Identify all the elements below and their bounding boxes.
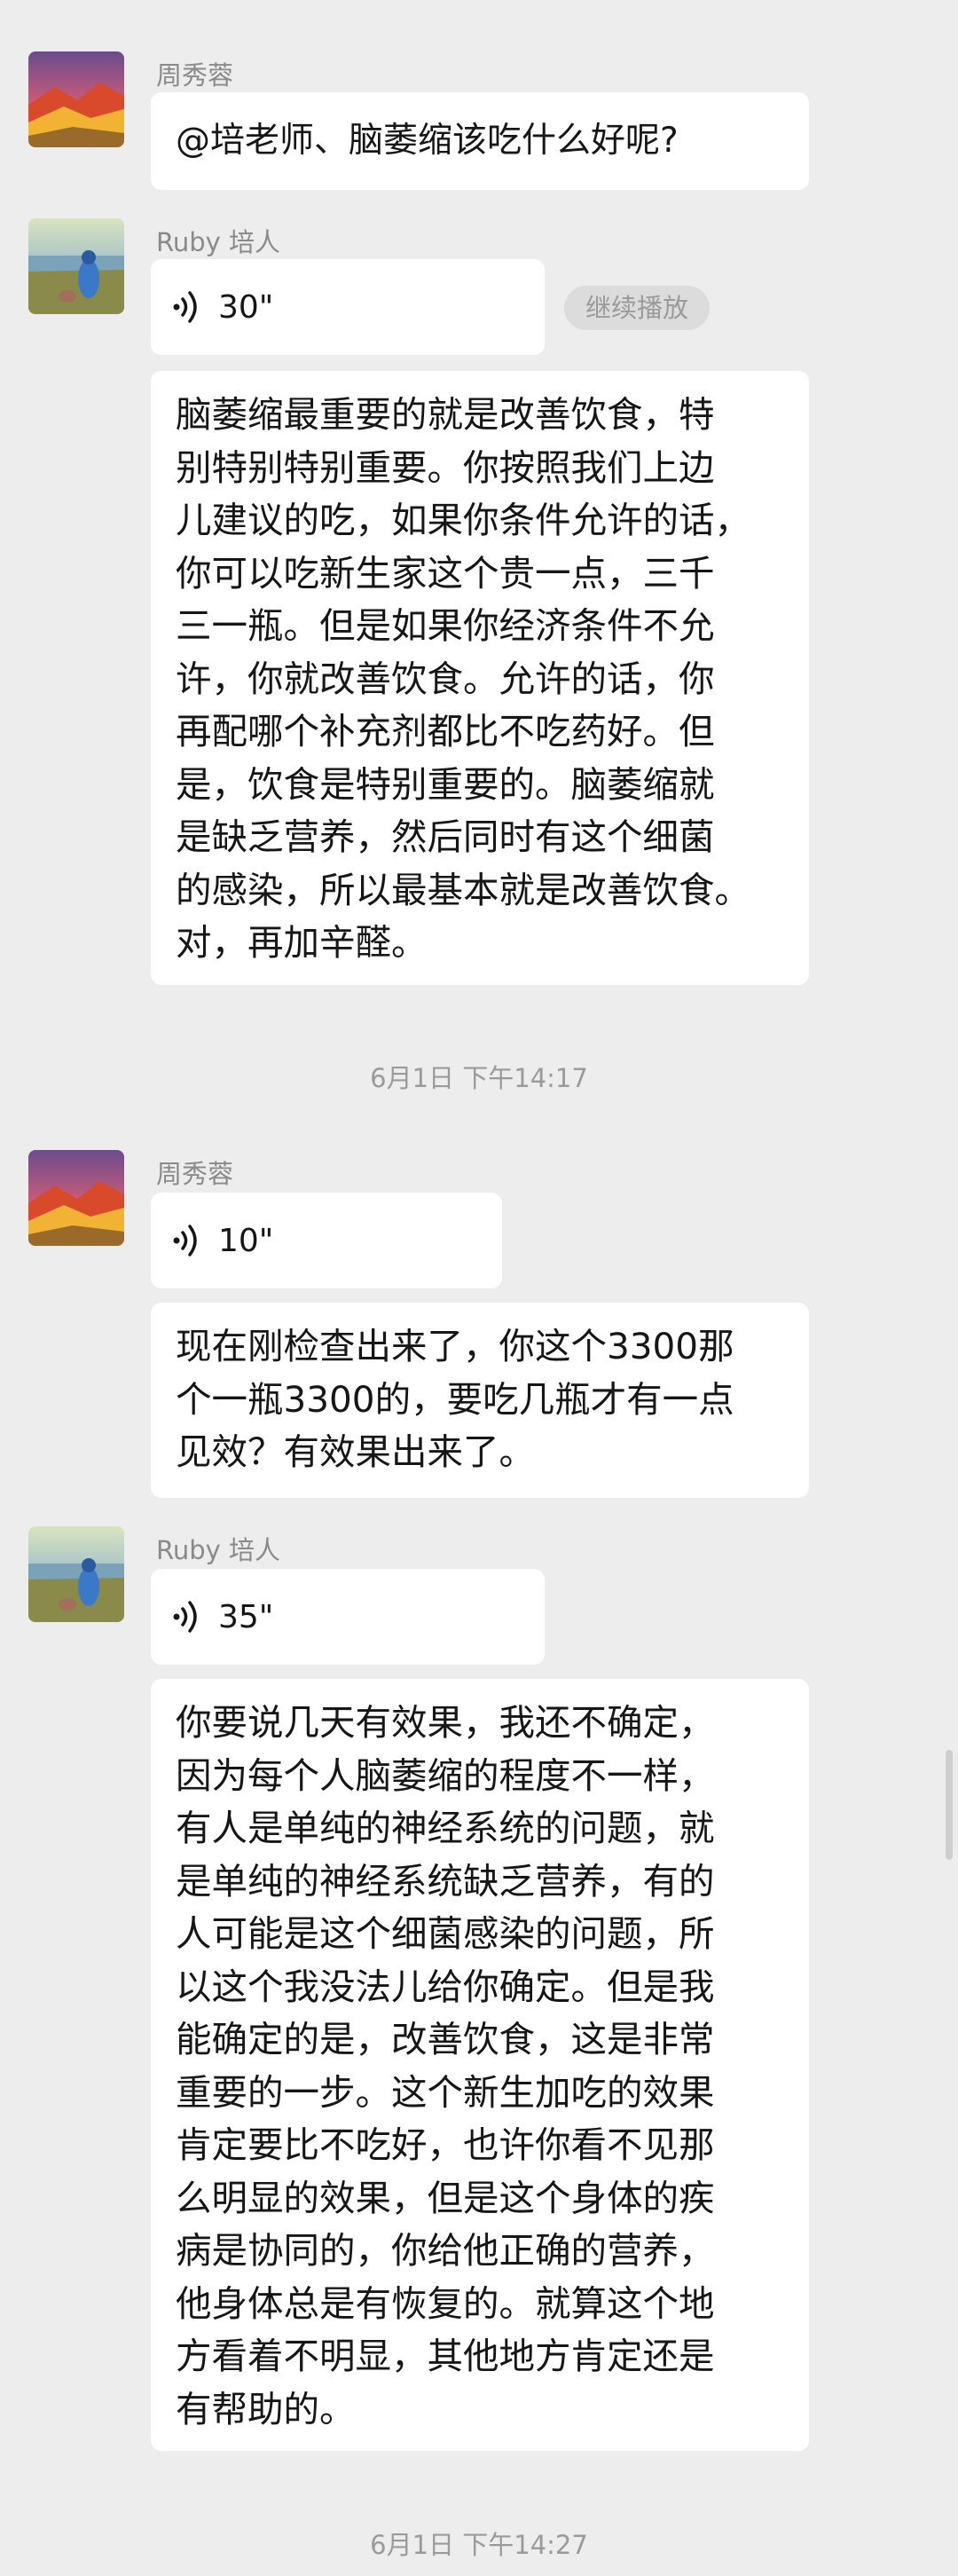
sender-name: 周秀蓉 <box>156 1159 234 1189</box>
message-text: 现在刚检查出来了，你这个3300那 个一瓶3300的，要吃几瓶才有一点 见效？有… <box>176 1325 734 1473</box>
message-text: @培老师、脑萎缩该吃什么好呢? <box>176 121 679 161</box>
timestamp: 6月1日 下午14:17 <box>370 1063 588 1093</box>
voice-message-bubble[interactable]: 10" <box>151 1193 502 1288</box>
voice-duration: 10" <box>218 1222 274 1259</box>
message-bubble[interactable]: @培老师、脑萎缩该吃什么好呢? <box>151 92 809 190</box>
avatar-image <box>28 51 124 147</box>
voice-message-bubble[interactable]: 35" <box>151 1569 545 1665</box>
avatar-image <box>28 1526 124 1622</box>
avatar-image <box>28 1150 124 1246</box>
voice-message-bubble[interactable]: 30" <box>151 259 545 355</box>
message-text: 脑萎缩最重要的就是改善饮食，特 别特别特别重要。你按照我们上边 儿建议的吃，如果… <box>176 393 750 964</box>
scrollbar[interactable] <box>946 1750 953 1860</box>
message-bubble[interactable]: 现在刚检查出来了，你这个3300那 个一瓶3300的，要吃几瓶才有一点 见效？有… <box>151 1303 809 1498</box>
sender-name: 周秀蓉 <box>156 60 234 91</box>
timestamp: 6月1日 下午14:27 <box>370 2530 588 2560</box>
voice-wave-icon <box>173 1225 197 1256</box>
sender-name: Ruby 培人 <box>156 1535 281 1565</box>
message-bubble[interactable]: 你要说几天有效果，我还不确定， 因为每个人脑萎缩的程度不一样， 有人是单纯的神经… <box>151 1679 809 2451</box>
message-bubble[interactable]: 脑萎缩最重要的就是改善饮食，特 别特别特别重要。你按照我们上边 儿建议的吃，如果… <box>151 371 809 985</box>
avatar-ruby[interactable] <box>28 1526 124 1622</box>
voice-wave-icon <box>173 1601 197 1633</box>
avatar-zhou[interactable] <box>28 51 124 147</box>
voice-duration: 35" <box>218 1598 274 1635</box>
voice-duration: 30" <box>218 288 274 326</box>
avatar-zhou[interactable] <box>28 1150 124 1246</box>
sender-name: Ruby 培人 <box>156 227 281 257</box>
avatar-ruby[interactable] <box>28 218 124 314</box>
avatar-image <box>28 218 124 314</box>
voice-wave-icon <box>173 291 197 323</box>
message-text: 你要说几天有效果，我还不确定， 因为每个人脑萎缩的程度不一样， 有人是单纯的神经… <box>176 1701 715 2430</box>
continue-playing-button[interactable]: 继续播放 <box>564 286 711 330</box>
